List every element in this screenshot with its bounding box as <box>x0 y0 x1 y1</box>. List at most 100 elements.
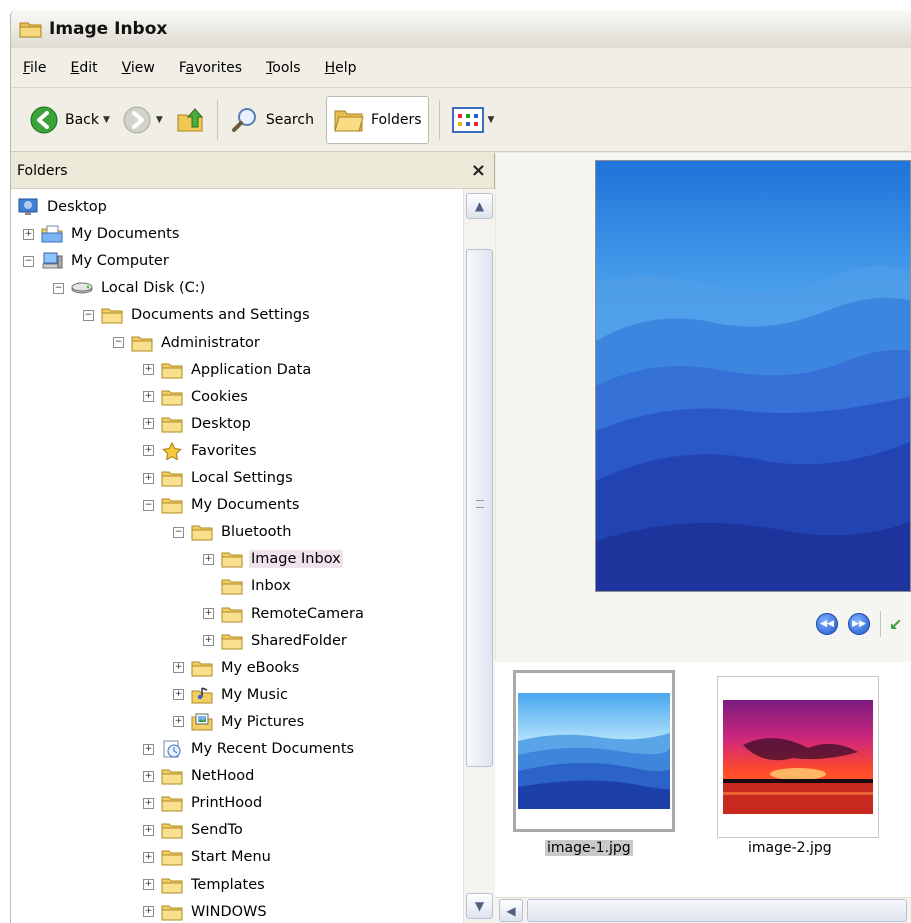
tree-item[interactable]: + My eBooks <box>173 655 301 681</box>
expand-icon[interactable]: + <box>143 743 154 755</box>
tree-item[interactable]: + My Music <box>173 682 290 708</box>
expand-icon[interactable]: + <box>143 445 154 457</box>
tree-item[interactable]: + Image Inbox <box>203 546 343 572</box>
expand-icon[interactable]: + <box>143 879 154 890</box>
expand-icon[interactable]: + <box>143 472 154 484</box>
tree-item[interactable]: + Application Data <box>143 357 313 383</box>
forward-button[interactable]: ▼ <box>116 96 169 144</box>
tree-item[interactable]: + Local Settings <box>143 465 295 491</box>
tree-item[interactable]: + WINDOWS <box>143 899 269 923</box>
expand-icon[interactable]: + <box>143 418 154 430</box>
folder-icon <box>161 848 183 866</box>
next-image-button[interactable]: ▶▶ <box>848 613 870 635</box>
collapse-icon[interactable]: − <box>173 526 184 538</box>
expand-icon[interactable]: + <box>143 851 154 863</box>
expand-icon[interactable]: + <box>173 716 184 728</box>
tree-item[interactable]: + Templates <box>143 872 267 898</box>
views-button[interactable]: ▼ <box>446 96 501 144</box>
tree-item[interactable]: − Documents and Settings <box>83 302 312 328</box>
close-icon[interactable]: × <box>471 160 486 181</box>
expand-icon[interactable]: + <box>203 635 214 647</box>
expand-icon[interactable]: + <box>143 391 154 403</box>
rotate-icon[interactable]: ↙ <box>889 615 902 634</box>
expand-icon[interactable]: + <box>143 364 154 376</box>
search-label: Search <box>265 111 314 128</box>
tree-item[interactable]: + My Documents <box>23 221 181 247</box>
folder-icon <box>221 605 243 623</box>
tree-item-label: Inbox <box>251 578 291 595</box>
tree-item[interactable]: + My Recent Documents <box>143 736 356 762</box>
tree-item[interactable]: + My Pictures <box>173 709 306 735</box>
search-icon <box>231 107 256 132</box>
horizontal-scrollbar-thumb[interactable] <box>527 899 907 922</box>
expand-icon[interactable]: + <box>143 906 154 918</box>
folder-icon <box>19 22 42 38</box>
collapse-icon[interactable]: − <box>53 282 64 294</box>
folder-icon <box>161 469 183 487</box>
tree-item[interactable]: − Bluetooth <box>173 519 293 545</box>
tree-item[interactable]: Desktop <box>17 194 109 220</box>
tree-item[interactable]: + Desktop <box>143 411 253 437</box>
tree-item[interactable]: − Local Disk (C:) <box>53 275 207 301</box>
chevron-down-icon[interactable]: ▼ <box>488 115 495 125</box>
thumbnail-image-2[interactable] <box>717 676 879 838</box>
previous-image-button[interactable]: ◀◀ <box>816 613 838 635</box>
thumbnail-image-1[interactable] <box>513 670 675 832</box>
back-button[interactable]: Back ▼ <box>23 96 116 144</box>
thumbnail-caption[interactable]: image-2.jpg <box>748 840 832 856</box>
menu-file[interactable]: File <box>23 60 46 76</box>
collapse-icon[interactable]: − <box>143 499 154 511</box>
menu-favorites[interactable]: Favorites <box>179 60 242 76</box>
expand-icon[interactable]: + <box>143 824 154 836</box>
mountains-thumbnail-image <box>518 693 670 809</box>
expand-icon[interactable]: + <box>173 689 184 701</box>
folders-button[interactable]: Folders <box>325 95 429 144</box>
scroll-down-button[interactable]: ▼ <box>466 893 493 919</box>
tree-item[interactable]: + SharedFolder <box>203 628 349 654</box>
filmstrip: image-1.jpg image-2.jpg <box>495 662 911 897</box>
scroll-up-button[interactable]: ▲ <box>466 193 493 219</box>
tree-item[interactable]: + RemoteCamera <box>203 601 366 627</box>
expand-icon[interactable]: + <box>173 662 184 674</box>
up-folder-icon <box>177 107 203 131</box>
horizontal-scrollbar[interactable]: ◀ <box>495 897 911 923</box>
tree-item[interactable]: − Administrator <box>113 330 262 356</box>
menu-view[interactable]: View <box>122 60 155 76</box>
tree-item[interactable]: − My Computer <box>23 248 171 274</box>
collapse-icon[interactable]: − <box>113 337 124 348</box>
vertical-scrollbar[interactable]: ▲ ▼ <box>463 189 495 923</box>
chevron-down-icon[interactable]: ▼ <box>156 115 163 125</box>
tree-item[interactable]: + NetHood <box>143 763 256 789</box>
tree-item[interactable]: Inbox <box>203 573 293 599</box>
tree-item[interactable]: + PrintHood <box>143 790 264 816</box>
sunset-thumbnail-image <box>723 700 873 814</box>
scroll-left-button[interactable]: ◀ <box>499 899 523 922</box>
tree-item-label: My Music <box>221 686 288 703</box>
expand-icon[interactable]: + <box>203 553 214 565</box>
tree-item[interactable]: + Start Menu <box>143 844 273 870</box>
thumbnail-caption[interactable]: image-1.jpg <box>545 840 633 856</box>
tree-item[interactable]: + SendTo <box>143 817 245 843</box>
expand-icon[interactable]: + <box>143 770 154 782</box>
expand-icon[interactable]: + <box>203 608 214 619</box>
tree-item[interactable]: − My Documents <box>143 492 301 518</box>
tree-item-label: Templates <box>191 876 265 893</box>
tree-item[interactable]: + Cookies <box>143 384 250 410</box>
folder-icon <box>191 523 213 541</box>
menu-tools[interactable]: Tools <box>266 60 301 76</box>
folder-icon <box>161 415 183 433</box>
menu-help[interactable]: Help <box>325 60 357 76</box>
expand-icon[interactable]: + <box>23 228 34 240</box>
collapse-icon[interactable]: − <box>23 255 34 267</box>
tree-item[interactable]: + Favorites <box>143 438 259 464</box>
next-icon: ▶▶ <box>852 619 866 629</box>
tree-item-label: Start Menu <box>191 849 271 866</box>
collapse-icon[interactable]: − <box>83 309 94 321</box>
menu-edit[interactable]: Edit <box>70 60 97 76</box>
expand-icon[interactable]: + <box>143 797 154 809</box>
search-button[interactable]: Search <box>224 96 320 144</box>
scrollbar-thumb[interactable] <box>466 249 493 767</box>
chevron-down-icon[interactable]: ▼ <box>103 115 110 125</box>
up-folder-button[interactable] <box>169 96 211 144</box>
folder-icon <box>221 632 243 650</box>
